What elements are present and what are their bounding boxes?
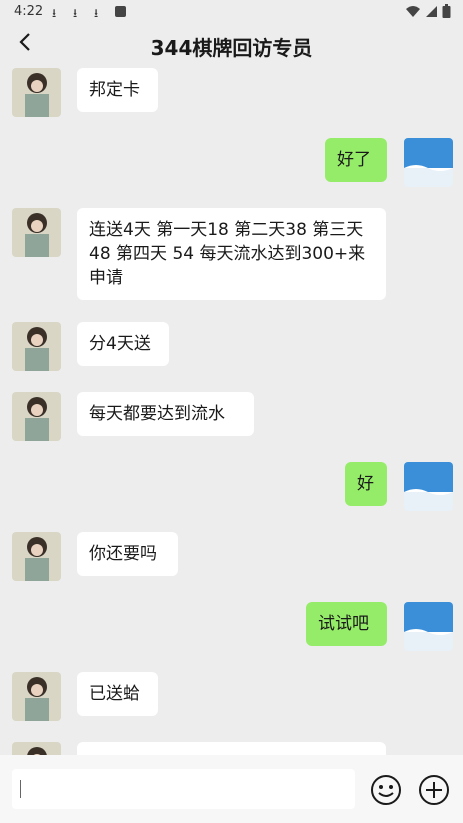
- message-text: 邦定卡: [89, 80, 140, 100]
- contact-avatar[interactable]: [12, 672, 61, 721]
- message-bubble[interactable]: 已送蛤: [77, 672, 158, 716]
- message-bubble[interactable]: 连送4天 第一天18 第二天38 第三天 48 第四天 54 每天流水达到300…: [77, 208, 386, 300]
- message-bubble[interactable]: 好了: [325, 138, 387, 182]
- message-text: 分4天送: [89, 334, 151, 354]
- emoji-icon: [371, 775, 401, 805]
- message-bubble[interactable]: 每天都要达到流水: [77, 392, 254, 436]
- message-bubble[interactable]: 分4天送: [77, 322, 169, 366]
- emoji-button[interactable]: [370, 774, 402, 806]
- message-text: 每天都要达到流水: [89, 404, 225, 424]
- message-bubble[interactable]: 试试吧: [306, 602, 387, 646]
- contact-avatar[interactable]: [12, 532, 61, 581]
- user-avatar[interactable]: [404, 462, 453, 511]
- message-text: 好了: [337, 150, 371, 170]
- message-text: 已送蛤: [89, 684, 140, 704]
- message-text: 连送4天 第一天18 第二天38 第三天 48 第四天 54 每天流水达到300…: [89, 220, 366, 288]
- status-bar: 4:22 ⭳ ⭳ ⭳: [0, 0, 463, 24]
- battery-icon: [442, 4, 451, 18]
- message-input[interactable]: [12, 769, 355, 809]
- message-bubble[interactable]: [77, 742, 386, 755]
- plus-circle-icon: [419, 775, 449, 805]
- contact-avatar[interactable]: [12, 322, 61, 371]
- message-text: 你还要吗: [89, 544, 157, 564]
- contact-avatar[interactable]: [12, 742, 61, 755]
- add-button[interactable]: [418, 774, 450, 806]
- status-time: 4:22: [14, 4, 44, 19]
- signal-icon: [426, 5, 437, 17]
- text-caret: [20, 780, 21, 798]
- page-title: 344棋牌回访专员: [150, 36, 313, 60]
- input-bar: [0, 755, 463, 823]
- message-bubble[interactable]: 你还要吗: [77, 532, 178, 576]
- chat-header: 344棋牌回访专员: [0, 24, 463, 68]
- user-avatar[interactable]: [404, 602, 453, 651]
- contact-avatar[interactable]: [12, 392, 61, 441]
- message-text: 试试吧: [318, 614, 369, 634]
- download-icon: ⭳: [94, 6, 99, 20]
- message-list[interactable]: 邦定卡 好了 连送4天 第一天18 第二天38 第三天 48 第四天 54 每天…: [0, 68, 463, 755]
- download-icon: ⭳: [52, 6, 57, 20]
- contact-avatar[interactable]: [12, 208, 61, 257]
- message-text: 好: [357, 474, 374, 494]
- wifi-icon: [406, 5, 420, 17]
- user-avatar[interactable]: [404, 138, 453, 187]
- download-icon: ⭳: [73, 6, 78, 20]
- message-bubble[interactable]: 好: [345, 462, 387, 506]
- contact-avatar[interactable]: [12, 68, 61, 117]
- message-bubble[interactable]: 邦定卡: [77, 68, 158, 112]
- app-notification-icon: [115, 6, 126, 17]
